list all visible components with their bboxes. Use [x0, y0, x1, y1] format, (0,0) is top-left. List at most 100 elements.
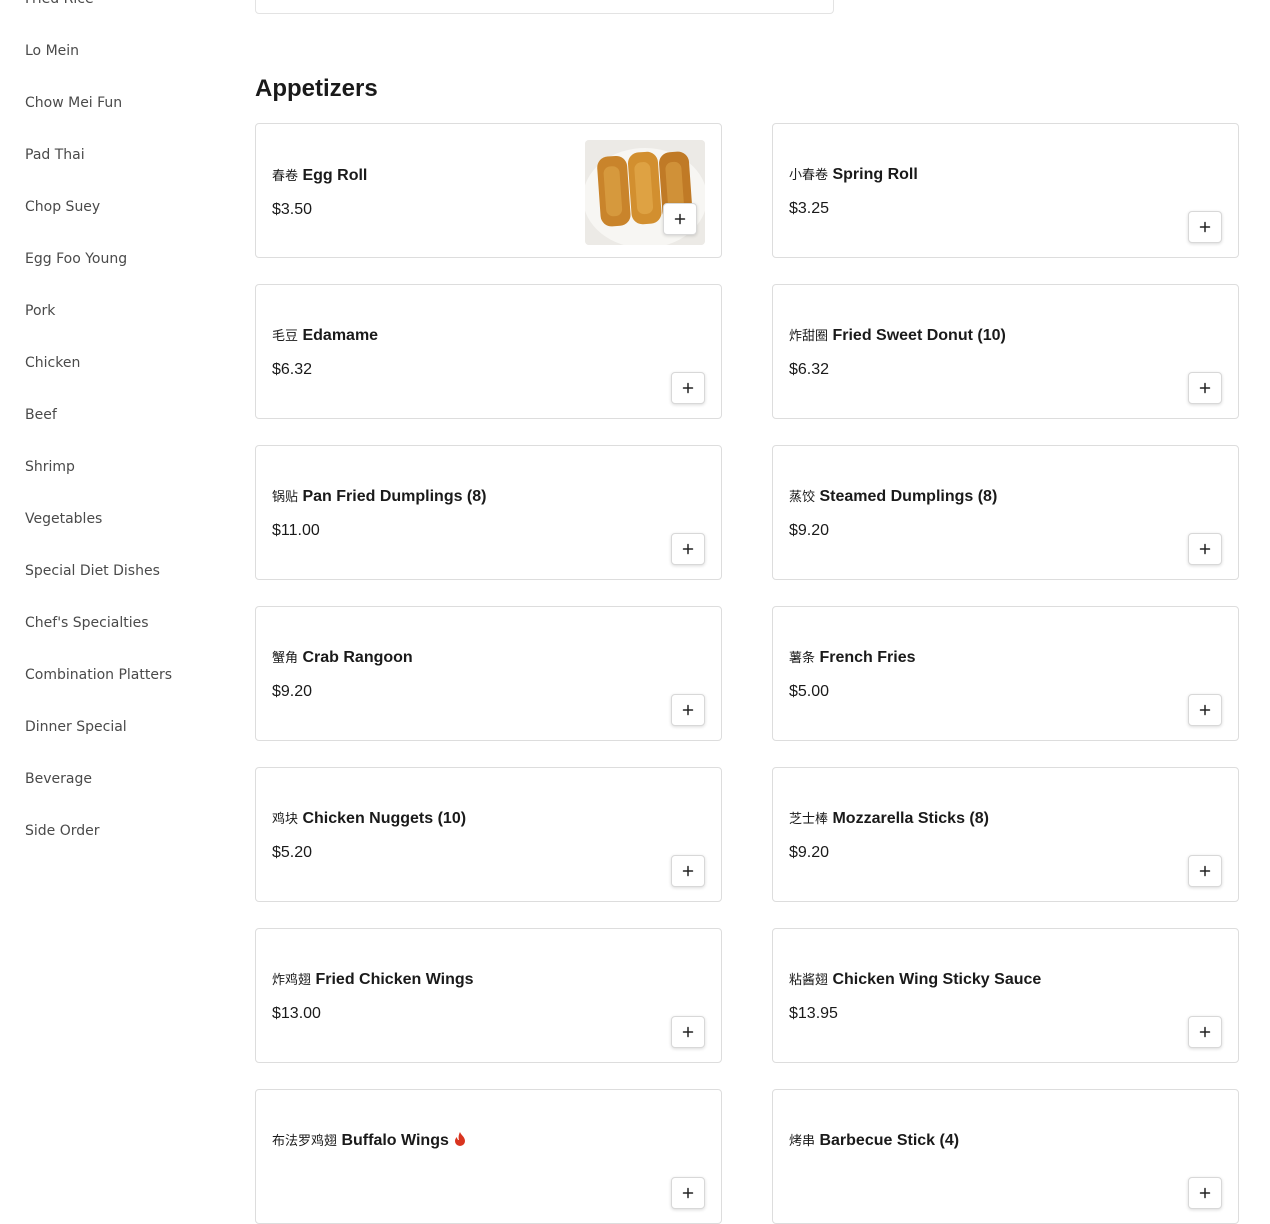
sidebar-item[interactable]: Chop Suey	[25, 197, 100, 217]
item-english-name: Barbecue Stick (4)	[819, 1132, 960, 1149]
sidebar-item[interactable]: Shrimp	[25, 457, 75, 477]
item-english-name: Spring Roll	[832, 166, 918, 183]
item-chinese-name: 芝士棒	[789, 812, 829, 827]
item-price: $3.25	[789, 200, 830, 217]
add-to-cart-button[interactable]	[1188, 855, 1222, 887]
add-to-cart-button[interactable]	[1188, 533, 1222, 565]
item-name: 烤串 Barbecue Stick (4)	[789, 1130, 959, 1153]
item-chinese-name: 蒸饺	[789, 490, 816, 505]
sidebar-item[interactable]: Combination Platters	[25, 665, 172, 685]
item-english-name: Fried Sweet Donut (10)	[832, 327, 1006, 344]
menu-item-card[interactable]: 锅贴 Pan Fried Dumplings (8) $11.00	[255, 445, 722, 580]
item-name: 春卷 Egg Roll	[272, 165, 367, 188]
item-chinese-name: 布法罗鸡翅	[272, 1134, 338, 1149]
menu-item-card[interactable]: 炸鸡翅 Fried Chicken Wings $13.00	[255, 928, 722, 1063]
sidebar-item[interactable]: Special Diet Dishes	[25, 561, 160, 581]
plus-icon	[1199, 221, 1211, 233]
plus-icon	[682, 865, 694, 877]
item-chinese-name: 粘酱翅	[789, 973, 829, 988]
plus-icon	[1199, 704, 1211, 716]
item-english-name: Buffalo Wings	[341, 1132, 449, 1149]
sidebar-item[interactable]: Chow Mei Fun	[25, 93, 122, 113]
item-price: $13.00	[272, 1005, 321, 1022]
item-name: 毛豆 Edamame	[272, 325, 378, 348]
menu-item-card[interactable]: 春卷 Egg Roll $3.50	[255, 123, 722, 258]
menu-item-card[interactable]: 芝士棒 Mozzarella Sticks (8) $9.20	[772, 767, 1239, 902]
add-to-cart-button[interactable]	[671, 533, 705, 565]
add-to-cart-button[interactable]	[1188, 1016, 1222, 1048]
menu-item-card[interactable]: 毛豆 Edamame $6.32	[255, 284, 722, 419]
item-price: $9.20	[272, 683, 313, 700]
plus-icon	[1199, 865, 1211, 877]
menu-item-card[interactable]: 粘酱翅 Chicken Wing Sticky Sauce $13.95	[772, 928, 1239, 1063]
menu-item-card[interactable]: 蟹角 Crab Rangoon $9.20	[255, 606, 722, 741]
item-price: $3.50	[272, 201, 313, 218]
item-chinese-name: 鸡块	[272, 812, 299, 827]
add-to-cart-button[interactable]	[671, 694, 705, 726]
item-name: 小春卷 Spring Roll	[789, 164, 918, 187]
sidebar-item[interactable]: Beverage	[25, 769, 92, 789]
sidebar-item[interactable]: Vegetables	[25, 509, 102, 529]
sidebar-item[interactable]: Chef's Specialties	[25, 613, 149, 633]
item-chinese-name: 炸鸡翅	[272, 973, 312, 988]
sidebar-item[interactable]: Dinner Special	[25, 717, 127, 737]
sidebar-item[interactable]: Fried Rice	[25, 0, 94, 9]
add-to-cart-button[interactable]	[671, 1177, 705, 1209]
item-name: 锅贴 Pan Fried Dumplings (8)	[272, 486, 486, 509]
plus-icon	[682, 1187, 694, 1199]
item-photo	[585, 140, 705, 245]
menu-item-card[interactable]: 鸡块 Chicken Nuggets (10) $5.20	[255, 767, 722, 902]
item-price: $9.20	[789, 522, 830, 539]
item-english-name: Egg Roll	[302, 167, 368, 184]
item-chinese-name: 小春卷	[789, 168, 829, 183]
menu-item-card[interactable]: 蒸饺 Steamed Dumplings (8) $9.20	[772, 445, 1239, 580]
add-to-cart-button[interactable]	[671, 855, 705, 887]
item-name: 炸甜圈 Fried Sweet Donut (10)	[789, 325, 1006, 348]
plus-icon	[674, 213, 686, 225]
item-price: $11.00	[272, 522, 320, 539]
item-price: $5.20	[272, 844, 313, 861]
menu-item-card[interactable]: 布法罗鸡翅 Buffalo Wings	[255, 1089, 722, 1224]
item-english-name: French Fries	[819, 649, 916, 666]
sidebar-item[interactable]: Pork	[25, 301, 55, 321]
add-to-cart-button[interactable]	[1188, 1177, 1222, 1209]
item-english-name: Steamed Dumplings (8)	[819, 488, 998, 505]
item-english-name: Mozzarella Sticks (8)	[832, 810, 989, 827]
category-sidebar: Fried Rice Lo Mein Chow Mei Fun Pad Thai Cho…	[0, 0, 230, 1137]
section-title: Appetizers	[255, 75, 378, 102]
item-name: 蒸饺 Steamed Dumplings (8)	[789, 486, 997, 509]
item-price: $6.32	[272, 361, 313, 378]
add-to-cart-button[interactable]	[671, 372, 705, 404]
plus-icon	[682, 1026, 694, 1038]
add-to-cart-button[interactable]	[1188, 211, 1222, 243]
add-to-cart-button[interactable]	[1188, 694, 1222, 726]
add-to-cart-button[interactable]	[663, 203, 697, 235]
sidebar-item[interactable]: Lo Mein	[25, 41, 79, 61]
sidebar-item[interactable]: Chicken	[25, 353, 80, 373]
plus-icon	[1199, 543, 1211, 555]
item-chinese-name: 蟹角	[272, 651, 299, 666]
menu-item-card[interactable]: 薯条 French Fries $5.00	[772, 606, 1239, 741]
item-name: 芝士棒 Mozzarella Sticks (8)	[789, 808, 989, 831]
item-chinese-name: 炸甜圈	[789, 329, 829, 344]
item-name: 薯条 French Fries	[789, 647, 916, 670]
item-english-name: Edamame	[302, 327, 379, 344]
add-to-cart-button[interactable]	[1188, 372, 1222, 404]
item-chinese-name: 烤串	[789, 1134, 816, 1149]
sidebar-item[interactable]: Beef	[25, 405, 57, 425]
sidebar-item[interactable]: Pad Thai	[25, 145, 85, 165]
menu-item-card[interactable]: 炸甜圈 Fried Sweet Donut (10) $6.32	[772, 284, 1239, 419]
item-chinese-name: 锅贴	[272, 490, 299, 505]
item-chinese-name: 春卷	[272, 169, 299, 184]
fire-icon	[453, 1131, 467, 1154]
menu-item-card[interactable]: 烤串 Barbecue Stick (4)	[772, 1089, 1239, 1224]
sidebar-item[interactable]: Side Order	[25, 821, 100, 841]
plus-icon	[1199, 1026, 1211, 1038]
item-english-name: Crab Rangoon	[302, 649, 413, 666]
add-to-cart-button[interactable]	[671, 1016, 705, 1048]
menu-item-card[interactable]: 小春卷 Spring Roll $3.25	[772, 123, 1239, 258]
plus-icon	[682, 382, 694, 394]
sidebar-item[interactable]: Egg Foo Young	[25, 249, 127, 269]
item-price: $6.32	[789, 361, 830, 378]
item-name: 布法罗鸡翅 Buffalo Wings	[272, 1130, 467, 1154]
